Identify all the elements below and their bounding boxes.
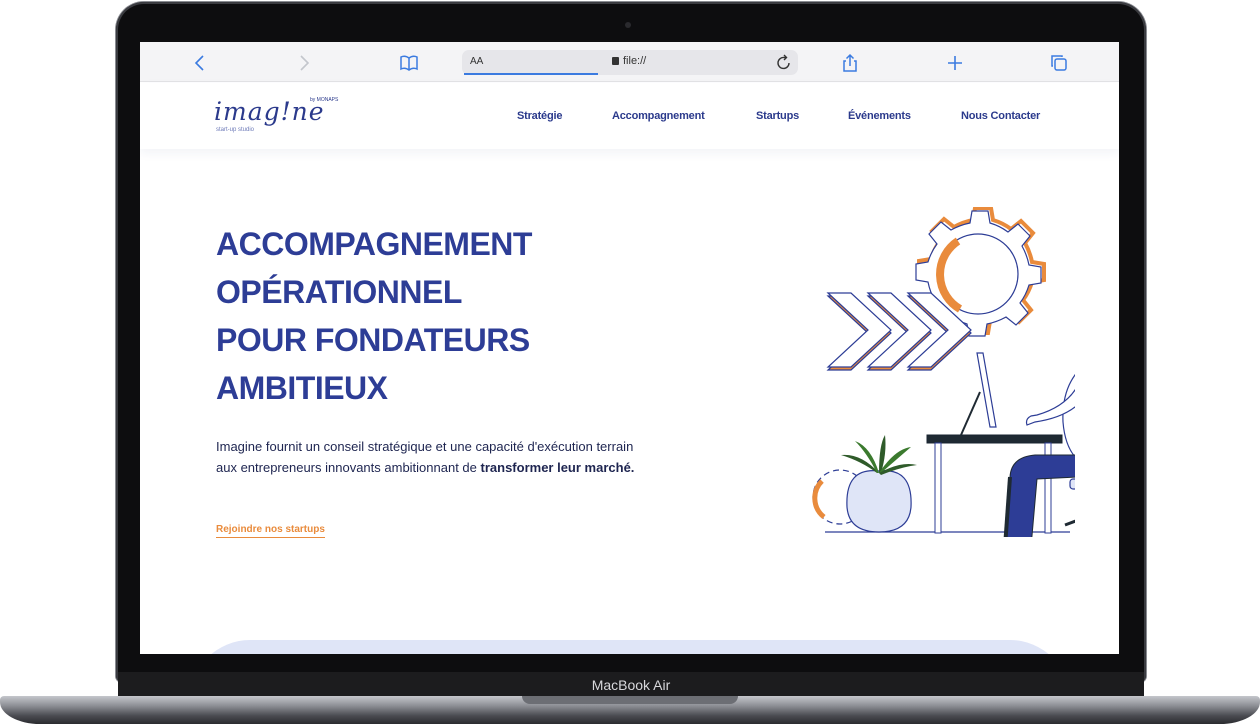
back-icon[interactable] (189, 52, 211, 74)
new-tab-icon[interactable] (944, 52, 966, 74)
logo-subtitle: start-up studio (216, 127, 255, 133)
plant-icon (841, 435, 917, 533)
hero-illustration (812, 207, 1075, 537)
url-value: file:// (623, 55, 647, 67)
nav-contact[interactable]: Nous Contacter (961, 110, 1040, 122)
hero-title: ACCOMPAGNEMENT OPÉRATIONNEL POUR FONDATE… (216, 220, 636, 412)
laptop-icon (960, 352, 997, 436)
person-illustration (1003, 374, 1075, 537)
nav-accompagnement[interactable]: Accompagnement (612, 110, 705, 122)
site-logo[interactable]: imag!ne by MONAPS start-up studio (214, 97, 344, 137)
laptop-notch (522, 696, 738, 704)
hero-title-line: POUR FONDATEURS (216, 322, 530, 358)
logo-wordmark: imag!ne (214, 97, 325, 126)
cta-join-startups[interactable]: Rejoindre nos startups (216, 524, 325, 538)
share-icon[interactable] (839, 52, 861, 74)
hero-description: Imagine fournit un conseil stratégique e… (216, 436, 636, 478)
hero-title-line: AMBITIEUX (216, 370, 388, 406)
device-label: MacBook Air (591, 677, 671, 693)
nav-strategie[interactable]: Stratégie (517, 110, 562, 122)
screen: AA file:// imag!ne by MONAPS start-up st… (140, 42, 1119, 654)
lock-icon (612, 57, 619, 65)
hero-title-line: OPÉRATIONNEL (216, 274, 462, 310)
logo-by: by MONAPS (310, 97, 339, 103)
desk (926, 434, 1063, 534)
url-text[interactable]: file:// (612, 55, 646, 67)
loading-progress (464, 73, 598, 75)
browser-toolbar: AA file:// (140, 42, 1119, 82)
site-header: imag!ne by MONAPS start-up studio Straté… (140, 83, 1119, 149)
laptop-bezel: MacBook Air (118, 672, 1144, 698)
nav-evenements[interactable]: Événements (848, 110, 911, 122)
address-bar[interactable]: AA file:// (462, 50, 798, 75)
hero-title-line: ACCOMPAGNEMENT (216, 226, 532, 262)
camera (625, 22, 631, 28)
reader-button[interactable]: AA (470, 56, 483, 67)
nav-startups[interactable]: Startups (756, 110, 799, 122)
next-section-band (190, 640, 1070, 654)
tabs-overview-icon[interactable] (1048, 52, 1070, 74)
forward-icon[interactable] (293, 52, 315, 74)
reload-icon[interactable] (776, 52, 792, 77)
bookmarks-icon[interactable] (398, 52, 420, 74)
hero-description-bold: transformer leur marché. (480, 460, 635, 475)
